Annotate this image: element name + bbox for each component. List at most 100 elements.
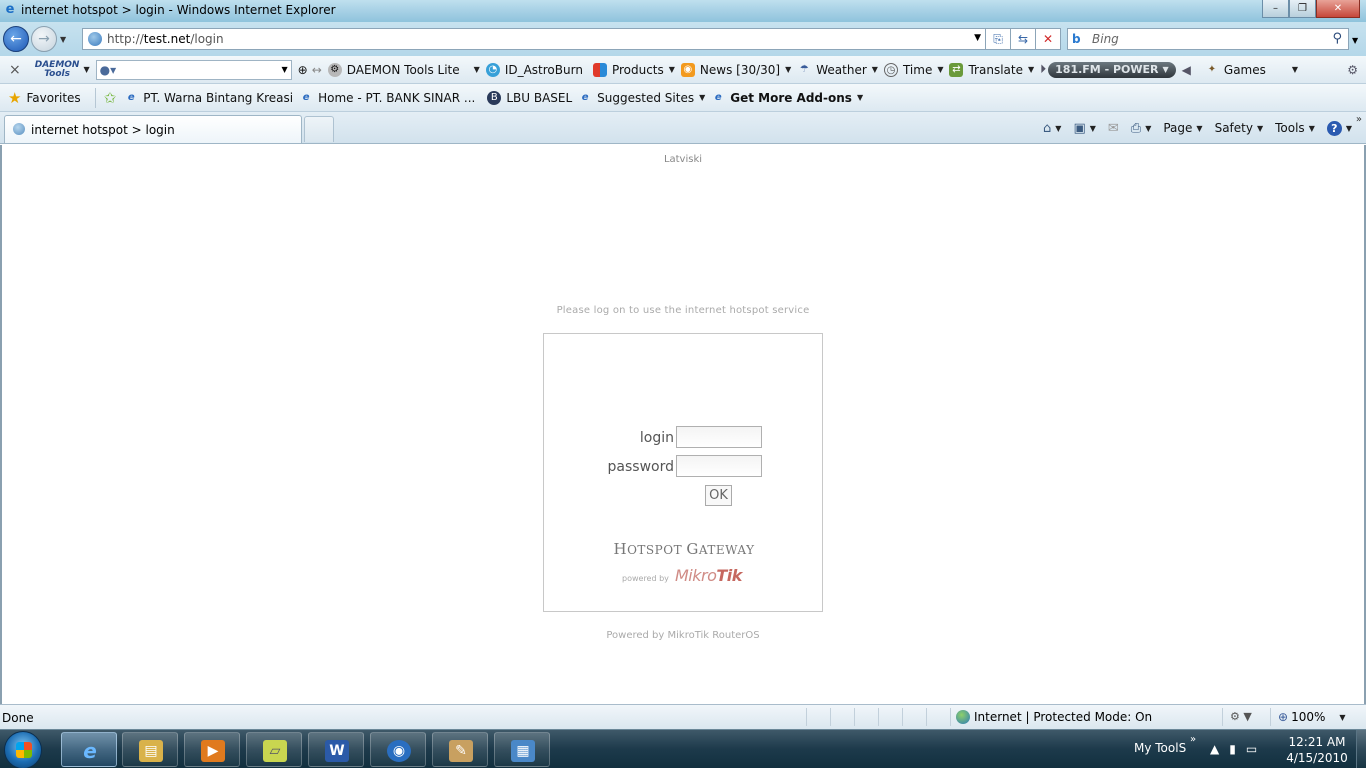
status-divider: [1270, 708, 1271, 726]
toolbar-item-games[interactable]: ✦ Games ▼: [1205, 59, 1298, 81]
paint-icon: ✎: [449, 740, 473, 762]
status-divider: [878, 708, 879, 726]
read-mail-button[interactable]: ✉: [1108, 121, 1119, 136]
daemon-logo-dropdown[interactable]: ▼: [83, 65, 89, 74]
ie-page-icon: e: [581, 91, 589, 103]
maximize-button[interactable]: ❐: [1289, 0, 1316, 18]
zoom-level[interactable]: ⊕ 100% ▼: [1278, 710, 1346, 724]
refresh-icon[interactable]: ⇆: [1011, 28, 1036, 50]
toolbar-item-news[interactable]: ◉ News [30/30] ▼: [680, 59, 791, 81]
language-link[interactable]: Latviski: [2, 154, 1364, 165]
favorite-link-bank-sinar[interactable]: e Home - PT. BANK SINAR ...: [299, 87, 476, 109]
show-hidden-icons-icon[interactable]: ▲: [1210, 742, 1219, 756]
close-button[interactable]: ✕: [1316, 0, 1360, 18]
hotspot-gateway-title: HOTSPOT GATEWAY: [613, 540, 755, 558]
tools-menu[interactable]: Tools ▼: [1275, 121, 1315, 135]
system-tray: ▲ ▮ ▭: [1210, 742, 1257, 756]
search-options-dropdown[interactable]: ▼: [1352, 36, 1358, 45]
search-icon[interactable]: ⚲: [1332, 31, 1342, 46]
home-button[interactable]: ⌂ ▼: [1043, 121, 1061, 136]
tab-internet-hotspot-login[interactable]: internet hotspot > login: [4, 115, 302, 143]
taskbar: e ▤ ▶ ▱ W ◉ ✎ ▦ My ToolS » ▲ ▮ ▭ 12:21 A…: [0, 729, 1366, 768]
clock[interactable]: 12:21 AM 4/15/2010: [1282, 734, 1352, 766]
toolbar-item-astroburn[interactable]: ◔ ID_AstroBurn: [485, 59, 583, 81]
address-bar[interactable]: http://test.net/login ▼: [82, 28, 986, 50]
taskbar-teamviewer[interactable]: ◉: [370, 732, 426, 767]
toolbar-item-time[interactable]: ◷ Time ▼: [883, 59, 943, 81]
network-icon[interactable]: ▭: [1246, 742, 1257, 756]
favorite-link-lbu-basel[interactable]: B LBU BASEL: [487, 87, 572, 109]
address-tools: ⎘ ⇆ ✕: [986, 28, 1061, 50]
teamviewer-icon: ◉: [387, 740, 411, 762]
feeds-icon: ▣: [1073, 120, 1086, 136]
safety-menu[interactable]: Safety ▼: [1215, 121, 1264, 135]
toolbar-settings-icon[interactable]: ⚙: [1347, 59, 1358, 81]
resize-handle-icon[interactable]: ↔: [312, 59, 322, 81]
login-input[interactable]: [676, 426, 762, 448]
taskbar-remote-desktop[interactable]: ▦: [494, 732, 550, 767]
login-label: login: [639, 430, 674, 446]
status-text: Done: [2, 711, 34, 725]
favorite-link-get-more-addons[interactable]: e Get More Add-ons ▼: [711, 87, 863, 109]
ok-button[interactable]: OK: [705, 485, 732, 506]
my-tools-toolbar[interactable]: My ToolS: [1134, 741, 1186, 755]
daemon-search-input[interactable]: ●▾ ▼: [95, 59, 292, 80]
print-button[interactable]: ⎙ ▼: [1131, 121, 1152, 136]
daemon-logo[interactable]: DAEMON Tools: [35, 59, 80, 81]
address-url[interactable]: http://test.net/login: [107, 32, 224, 46]
recent-pages-dropdown[interactable]: ▼: [60, 35, 66, 44]
powered-by-small: powered by: [622, 574, 669, 583]
toolbar-item-products[interactable]: Products ▼: [592, 59, 675, 81]
login-box: login password OK HOTSPOT GATEWAY powere…: [543, 333, 823, 612]
daemon-search-dropdown[interactable]: ▼: [281, 65, 287, 74]
password-input[interactable]: [676, 455, 762, 477]
toolbar-item-daemon-tools-lite[interactable]: ⚙ DAEMON Tools Lite ▼: [327, 59, 480, 81]
favorite-link-suggested-sites[interactable]: e Suggested Sites ▼: [578, 87, 705, 109]
address-dropdown-icon[interactable]: ▼: [974, 33, 981, 43]
toolbar-item-weather[interactable]: ☂ Weather ▼: [797, 59, 878, 81]
taskbar-media-player[interactable]: ▶: [184, 732, 240, 767]
taskbar-sticky-notes[interactable]: ▱: [246, 732, 302, 767]
bing-icon: b: [1072, 32, 1081, 46]
help-menu[interactable]: ? ▼: [1326, 120, 1352, 136]
address-row: ← → ▼ http://test.net/login ▼ ⎘ ⇆ ✕ b Bi…: [0, 22, 1366, 56]
stop-icon[interactable]: ✕: [1036, 28, 1061, 50]
ie-icon: e: [5, 2, 15, 17]
clock-time: 12:21 AM: [1288, 735, 1346, 749]
protected-mode-icon[interactable]: ⚙ ▼: [1230, 710, 1252, 723]
internet-explorer-icon: e: [83, 739, 97, 763]
window-controls: – ❐ ✕: [1262, 0, 1360, 18]
taskbar-paint[interactable]: ✎: [432, 732, 488, 767]
forward-button[interactable]: →: [31, 26, 57, 52]
security-zone[interactable]: Internet | Protected Mode: On: [956, 710, 1152, 724]
radio-volume-icon[interactable]: ◀: [1182, 59, 1191, 81]
taskbar-internet-explorer[interactable]: e: [61, 732, 117, 767]
radio-play-icon[interactable]: ⏵: [1040, 59, 1046, 81]
new-tab-button[interactable]: [304, 116, 334, 142]
zoom-search-icon[interactable]: ⊕: [298, 59, 308, 81]
translate-icon: ⇄: [949, 62, 964, 77]
status-divider: [950, 708, 951, 726]
search-box[interactable]: b Bing ⚲: [1067, 28, 1349, 50]
radio-station-selector[interactable]: 181.FM - POWER ▼: [1048, 61, 1176, 78]
compatibility-view-icon[interactable]: ⎘: [986, 28, 1011, 50]
status-divider: [854, 708, 855, 726]
feeds-button[interactable]: ▣ ▼: [1073, 121, 1095, 136]
show-desktop-button[interactable]: [1356, 730, 1366, 768]
daemon-icon: ⚙: [327, 62, 342, 77]
tray-overflow-icon[interactable]: »: [1190, 734, 1196, 745]
taskbar-word[interactable]: W: [308, 732, 364, 767]
favorite-link-warna-bintang[interactable]: e PT. Warna Bintang Kreasi: [124, 87, 293, 109]
toolbar-close-button[interactable]: ×: [9, 59, 21, 81]
favorites-button[interactable]: ★ Favorites: [8, 87, 81, 109]
page-menu[interactable]: Page ▼: [1163, 121, 1202, 135]
start-button[interactable]: [4, 731, 42, 768]
back-button[interactable]: ←: [3, 26, 29, 52]
add-to-favorites-bar-icon[interactable]: ✩: [104, 87, 117, 109]
command-bar-overflow-icon[interactable]: »: [1356, 114, 1362, 125]
taskbar-windows-explorer[interactable]: ▤: [122, 732, 178, 767]
minimize-button[interactable]: –: [1262, 0, 1289, 18]
toolbar-item-translate[interactable]: ⇄ Translate ▼: [949, 59, 1034, 81]
power-icon[interactable]: ▮: [1229, 742, 1236, 756]
tab-globe-icon: [13, 123, 25, 135]
